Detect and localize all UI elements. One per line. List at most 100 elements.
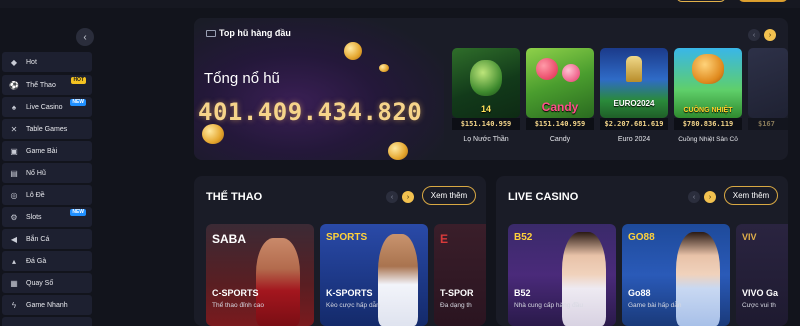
sidebar-item-label: Game Nhanh	[26, 301, 68, 309]
jackpot-game-card[interactable]: EURO2024 $2.207.681.619 Euro 2024	[600, 48, 668, 152]
chevron-right-icon: ›	[768, 31, 772, 39]
sports-provider-card-partial[interactable]: E T-SPOR Đa dạng th	[434, 224, 486, 326]
chevron-left-icon: ‹	[390, 193, 394, 201]
login-button[interactable]	[676, 0, 726, 2]
game-art-title: Candy	[541, 100, 579, 114]
jackpot-game-card[interactable]: CUỒNG NHIỆT $780.836.119 Cuồng Nhiệt Sân…	[674, 48, 742, 152]
provider-name: VIVO Ga	[742, 288, 779, 298]
chevron-right-icon: ›	[708, 193, 712, 201]
sidebar-item-table-games[interactable]: ✕ Table Games	[2, 119, 92, 139]
game-prize: $780.836.119	[674, 118, 742, 130]
sidebar-item-label: Bắn Cá	[26, 235, 50, 243]
sidebar-item-card-games[interactable]: ▣ Game Bài	[2, 141, 92, 161]
provider-description: Đa dạng th	[440, 302, 472, 309]
soccer-ball-icon: ⚽	[9, 80, 19, 90]
sidebar-item-slots[interactable]: ⚙ Slots NEW	[2, 207, 92, 227]
provider-logo: SABA	[212, 232, 247, 246]
game-name: Lọ Nước Thần	[463, 136, 509, 143]
sidebar-item-more[interactable]	[2, 317, 92, 326]
jackpot-total-amount: 401.409.434.820	[198, 98, 423, 126]
provider-description: Kèo cược hấp dẫn	[326, 302, 380, 309]
sports-provider-card[interactable]: SPORTS K-SPORTS Kèo cược hấp dẫn	[320, 224, 428, 326]
provider-logo: B52	[514, 232, 533, 243]
chevron-left-icon: ‹	[692, 193, 696, 201]
sidebar-item-live-casino[interactable]: ♠ Live Casino NEW	[2, 97, 92, 117]
sidebar-item-label: Quay Số	[26, 279, 54, 287]
sidebar-item-label: Game Bài	[26, 147, 58, 155]
casino-provider-card[interactable]: GO88 Go88 Game bài hấp dẫn	[622, 224, 730, 326]
sports-next-button[interactable]: ›	[402, 191, 414, 203]
sidebar-item-fishing[interactable]: ◀ Bắn Cá	[2, 229, 92, 249]
provider-description: Game bài hấp dẫn	[628, 302, 682, 309]
jackpot-next-button[interactable]: ›	[764, 29, 776, 41]
sports-view-more-button[interactable]: Xem thêm	[422, 186, 476, 205]
sidebar-item-lottery[interactable]: ◎ Lô Đề	[2, 185, 92, 205]
register-button[interactable]	[738, 0, 788, 2]
dealer-image	[676, 232, 720, 326]
sidebar-item-label: Table Games	[26, 125, 68, 133]
casino-provider-card[interactable]: B52 B52 Nhà cung cấp hàng đầu	[508, 224, 616, 326]
chevron-left-icon: ‹	[752, 31, 756, 39]
game-thumbnail: Candy	[526, 48, 594, 118]
game-thumbnail: EURO2024	[600, 48, 668, 118]
tiger-mascot-icon	[692, 54, 724, 84]
lightning-icon: ϟ	[11, 300, 17, 310]
brand-logo[interactable]	[196, 0, 246, 4]
provider-logo: E	[440, 232, 449, 246]
sidebar-item-jackpot[interactable]: ▤ Nổ Hũ	[2, 163, 92, 183]
chevron-right-icon: ›	[406, 193, 410, 201]
sidebar-item-cockfight[interactable]: ▴ Đá Gà	[2, 251, 92, 271]
sidebar-item-label: Đá Gà	[26, 257, 47, 265]
casino-next-button[interactable]: ›	[704, 191, 716, 203]
game-thumbnail: CUỒNG NHIỆT	[674, 48, 742, 118]
sidebar-item-quick-games[interactable]: ϟ Game Nhanh	[2, 295, 92, 315]
sidebar-item-sports[interactable]: ⚽ Thể Thao HOT	[2, 75, 92, 95]
jackpot-section-title: Top hũ hàng đầu	[206, 28, 291, 38]
jackpot-game-card[interactable]: 14 $151.140.959 Lọ Nước Thần	[452, 48, 520, 152]
fish-icon: ◀	[10, 234, 18, 244]
jackpot-prev-button[interactable]: ‹	[748, 29, 760, 41]
game-prize: $151.140.959	[452, 118, 520, 130]
athlete-image	[256, 238, 300, 326]
candy-icon	[562, 64, 580, 82]
provider-logo: GO88	[628, 232, 655, 243]
casino-prev-button[interactable]: ‹	[688, 191, 700, 203]
provider-description: Thể thao đỉnh cao	[212, 302, 265, 309]
game-thumbnail: 14	[452, 48, 520, 118]
gold-coin-icon	[344, 42, 362, 60]
sidebar-item-label: Slots	[26, 213, 42, 221]
collapse-sidebar-button[interactable]: ‹	[76, 28, 94, 46]
sidebar-item-label: Nổ Hũ	[26, 169, 46, 177]
jackpot-total-label: Tổng nổ hũ	[204, 70, 280, 87]
provider-description: Nhà cung cấp hàng đầu	[514, 302, 584, 309]
gold-coin-icon	[202, 124, 224, 144]
game-thumbnail	[748, 48, 788, 118]
sidebar-item-label: Live Casino	[26, 103, 63, 111]
jackpot-game-card[interactable]: Candy $151.140.959 Candy	[526, 48, 594, 152]
provider-logo: VIV	[742, 232, 757, 242]
app-root: ‹ ◆ Hot ⚽ Thể Thao HOT ♠ Live Casino NEW…	[0, 0, 800, 326]
game-prize: $151.140.959	[526, 118, 594, 130]
casino-view-more-button[interactable]: Xem thêm	[724, 186, 778, 205]
ticket-icon	[206, 29, 216, 37]
jackpot-background	[194, 18, 444, 160]
live-casino-section-title: LIVE CASINO	[508, 191, 579, 203]
casino-chip-icon: ♠	[11, 102, 17, 112]
sports-provider-card[interactable]: SABA C-SPORTS Thể thao đỉnh cao	[206, 224, 314, 326]
hot-icon: ◆	[10, 57, 18, 67]
sidebar-item-label: Lô Đề	[26, 191, 45, 199]
sports-prev-button[interactable]: ‹	[386, 191, 398, 203]
sidebar-item-hot[interactable]: ◆ Hot	[2, 52, 92, 72]
game-name: Cuồng Nhiệt Sân Cỏ	[678, 136, 738, 143]
lottery-ball-icon: ◎	[10, 190, 18, 200]
hot-badge: HOT	[71, 77, 86, 84]
jackpot-game-card-partial[interactable]: $167	[748, 48, 788, 152]
sidebar-item-number-draw[interactable]: ▦ Quay Số	[2, 273, 92, 293]
gold-coin-icon	[388, 142, 408, 160]
provider-name: B52	[514, 288, 531, 298]
provider-name: C-SPORTS	[212, 288, 259, 298]
provider-name: Go88	[628, 288, 651, 298]
chevron-left-icon: ‹	[83, 31, 87, 43]
trophy-icon	[626, 56, 642, 82]
casino-provider-card-partial[interactable]: VIV VIVO Ga Cược vui th	[736, 224, 788, 326]
